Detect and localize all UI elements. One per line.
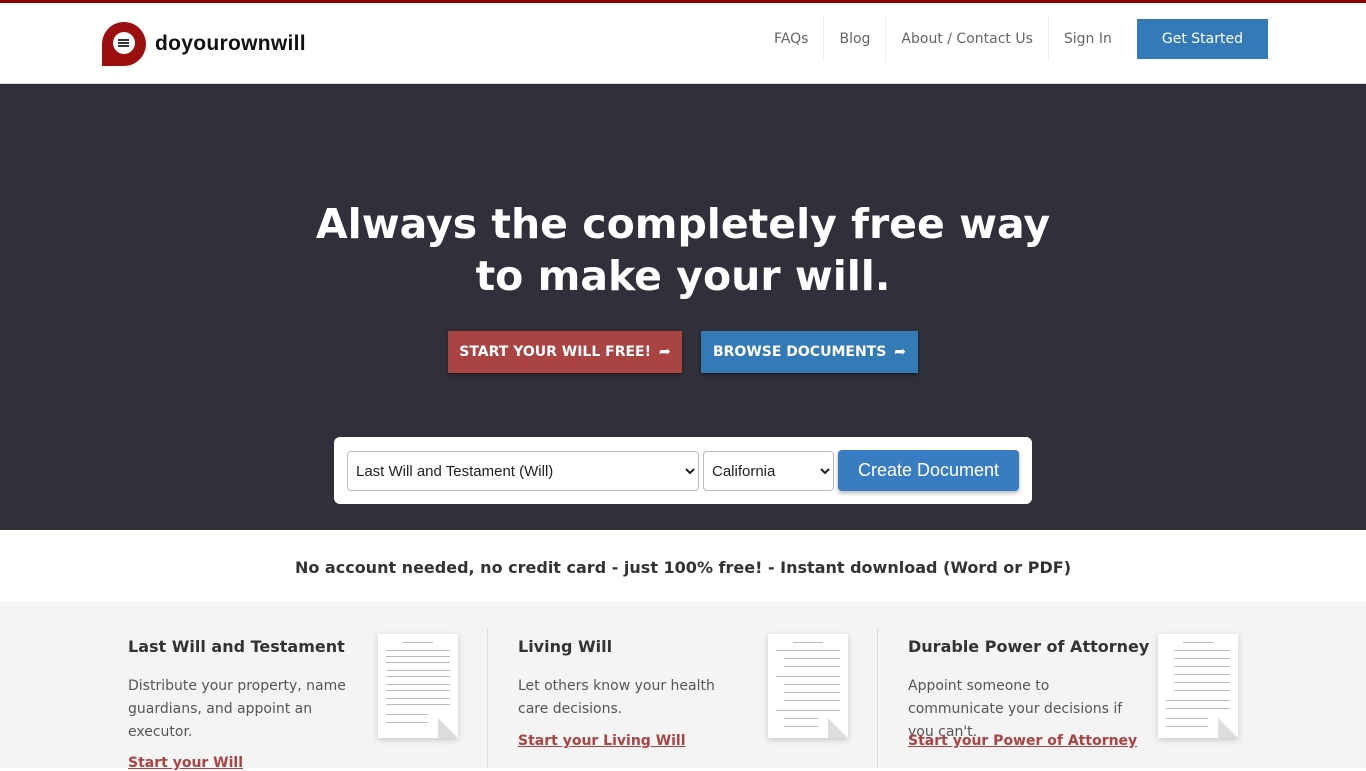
tagline: No account needed, no credit card - just… [294, 558, 1072, 577]
hero-title-line2: to make your will. [475, 252, 891, 300]
share-arrow-icon: ➦ [659, 344, 671, 360]
checklist-thumbnail-icon [768, 634, 848, 738]
get-started-button[interactable]: Get Started [1136, 19, 1268, 59]
card-title: Last Will and Testament [128, 637, 345, 656]
state-select[interactable]: California [703, 451, 834, 491]
card-description: Distribute your property, name guardians… [128, 678, 346, 740]
document-type-select[interactable]: Last Will and Testament (Will) [347, 451, 699, 491]
card-power-of-attorney: Durable Power of Attorney Appoint someon… [888, 602, 1278, 768]
nav-sign-in[interactable]: Sign In [1047, 17, 1127, 61]
card-divider [487, 628, 488, 768]
logo-document-icon [102, 22, 146, 66]
hero: Always the completely free way to make yo… [0, 84, 1366, 530]
browse-documents-label: BROWSE DOCUMENTS [712, 344, 887, 360]
nav-about-contact[interactable]: About / Contact Us [885, 17, 1047, 61]
card-last-will: Last Will and Testament Distribute your … [108, 602, 498, 771]
share-arrow-icon: ➦ [894, 344, 907, 360]
create-document-form: Last Will and Testament (Will) Californi… [334, 437, 1032, 504]
start-power-of-attorney-link[interactable]: Start your Power of Attorney [908, 733, 1137, 749]
card-living-will: Living Will Let others know your health … [498, 602, 888, 768]
start-will-link[interactable]: Start your Will [128, 755, 243, 771]
document-cards: Last Will and Testament Distribute your … [0, 602, 1366, 771]
checklist-thumbnail-icon [1158, 634, 1238, 738]
logo-text: doyourownwill [155, 32, 306, 55]
card-description: Let others know your health care decisio… [518, 678, 715, 717]
browse-documents-button[interactable]: BROWSE DOCUMENTS ➦ [701, 331, 918, 373]
nav-faqs[interactable]: FAQs [759, 17, 823, 61]
card-divider [877, 628, 878, 768]
hero-title: Always the completely free way to make yo… [0, 198, 1366, 302]
card-title: Durable Power of Attorney [908, 637, 1150, 656]
site-header: doyourownwill FAQs Blog About / Contact … [0, 3, 1366, 84]
nav-blog[interactable]: Blog [823, 17, 885, 61]
start-living-will-link[interactable]: Start your Living Will [518, 733, 686, 749]
create-document-button[interactable]: Create Document [838, 450, 1019, 491]
card-title: Living Will [518, 637, 613, 656]
logo[interactable]: doyourownwill [102, 22, 306, 66]
start-will-label: START YOUR WILL FREE! [459, 344, 651, 360]
main-nav: FAQs Blog About / Contact Us Sign In Get… [759, 17, 1268, 61]
start-will-button[interactable]: START YOUR WILL FREE! ➦ [448, 331, 682, 373]
document-thumbnail-icon [378, 634, 458, 738]
hero-title-line1: Always the completely free way [315, 200, 1051, 248]
